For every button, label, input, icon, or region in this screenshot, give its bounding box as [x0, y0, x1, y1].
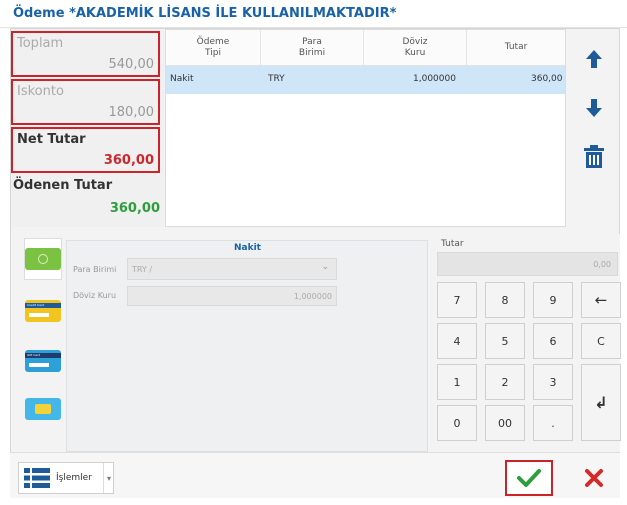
- backspace-key[interactable]: ←: [581, 282, 621, 318]
- tutar-label: Tutar: [441, 239, 464, 249]
- summary-panel: Toplam 540,00 Iskonto 180,00 Net Tutar 3…: [11, 29, 164, 227]
- confirm-button[interactable]: [505, 460, 553, 496]
- key-6[interactable]: 6: [533, 323, 573, 359]
- row-doviz-kuru: 1,000000: [413, 74, 456, 84]
- doviz-kuru-field[interactable]: 1,000000: [127, 286, 337, 306]
- key-5[interactable]: 5: [485, 323, 525, 359]
- para-birimi-select[interactable]: TRY / ⌄: [127, 258, 337, 280]
- tutar-display[interactable]: 0,00: [437, 252, 618, 276]
- islemler-button[interactable]: İşlemler ▾: [18, 462, 114, 494]
- cancel-button[interactable]: [570, 460, 618, 496]
- toplam-value: 540,00: [108, 57, 155, 72]
- key-decimal[interactable]: .: [533, 405, 573, 441]
- tab-credit-card[interactable]: Credit Card: [24, 290, 62, 332]
- net-tutar-box: Net Tutar 360,00: [11, 127, 160, 173]
- nakit-panel-header: Nakit: [234, 243, 261, 253]
- clear-key[interactable]: C: [581, 323, 621, 359]
- tab-cash[interactable]: [24, 238, 62, 280]
- para-birimi-label: Para Birimi: [73, 265, 117, 274]
- voucher-card-icon: [25, 398, 61, 420]
- para-birimi-value: TRY /: [132, 264, 153, 274]
- toplam-label: Toplam: [17, 36, 64, 51]
- payments-grid: Ödeme Tipi Para Birimi Döviz Kuru Tutar: [165, 29, 566, 227]
- credit-card-icon: Credit Card: [25, 300, 61, 322]
- delete-row-button[interactable]: [570, 133, 618, 181]
- tab-gift-card[interactable]: Gift Card: [24, 340, 62, 382]
- net-tutar-value: 360,00: [103, 153, 154, 168]
- col-header-para-birimi[interactable]: Para Birimi: [261, 30, 364, 66]
- key-8[interactable]: 8: [485, 282, 525, 318]
- gift-card-icon: Gift Card: [25, 350, 61, 372]
- col-header-doviz-kuru[interactable]: Döviz Kuru: [364, 30, 467, 66]
- move-down-button[interactable]: [570, 84, 618, 132]
- trash-icon: [584, 145, 604, 168]
- chevron-down-icon: ⌄: [321, 262, 329, 272]
- key-7[interactable]: 7: [437, 282, 477, 318]
- enter-key[interactable]: ↲: [581, 364, 621, 441]
- col-header-odeme-tipi[interactable]: Ödeme Tipi: [166, 30, 261, 66]
- cash-icon: [25, 248, 61, 270]
- move-up-button[interactable]: [570, 35, 618, 83]
- arrow-up-icon: [586, 50, 602, 68]
- odenen-tutar-value: 360,00: [109, 201, 160, 216]
- checkmark-icon: [517, 469, 541, 487]
- key-0[interactable]: 0: [437, 405, 477, 441]
- toplam-box: Toplam 540,00: [11, 31, 160, 77]
- row-para-birimi: TRY: [268, 74, 285, 84]
- table-row[interactable]: [166, 66, 565, 94]
- islemler-label: İşlemler: [56, 473, 92, 483]
- nakit-panel: Nakit Para Birimi TRY / ⌄ Döviz Kuru 1,0…: [66, 240, 428, 452]
- doviz-kuru-label: Döviz Kuru: [73, 291, 117, 300]
- key-2[interactable]: 2: [485, 364, 525, 400]
- islemler-dropdown[interactable]: ▾: [103, 463, 114, 493]
- key-9[interactable]: 9: [533, 282, 573, 318]
- arrow-down-icon: [586, 99, 602, 117]
- close-icon: [585, 469, 603, 487]
- net-tutar-label: Net Tutar: [17, 132, 86, 147]
- list-icon: [24, 468, 50, 488]
- odenen-tutar-label: Ödenen Tutar: [13, 178, 113, 193]
- iskonto-label: Iskonto: [17, 84, 64, 99]
- col-header-tutar[interactable]: Tutar: [467, 30, 565, 66]
- iskonto-box: Iskonto 180,00: [11, 79, 160, 125]
- window-title: Ödeme *AKADEMİK LİSANS İLE KULLANILMAKTA…: [13, 6, 397, 21]
- key-00[interactable]: 00: [485, 405, 525, 441]
- tab-voucher[interactable]: [24, 388, 62, 430]
- iskonto-value: 180,00: [108, 105, 155, 120]
- key-1[interactable]: 1: [437, 364, 477, 400]
- key-3[interactable]: 3: [533, 364, 573, 400]
- row-tutar: 360,00: [531, 74, 563, 84]
- key-4[interactable]: 4: [437, 323, 477, 359]
- row-odeme-tipi: Nakit: [170, 74, 194, 84]
